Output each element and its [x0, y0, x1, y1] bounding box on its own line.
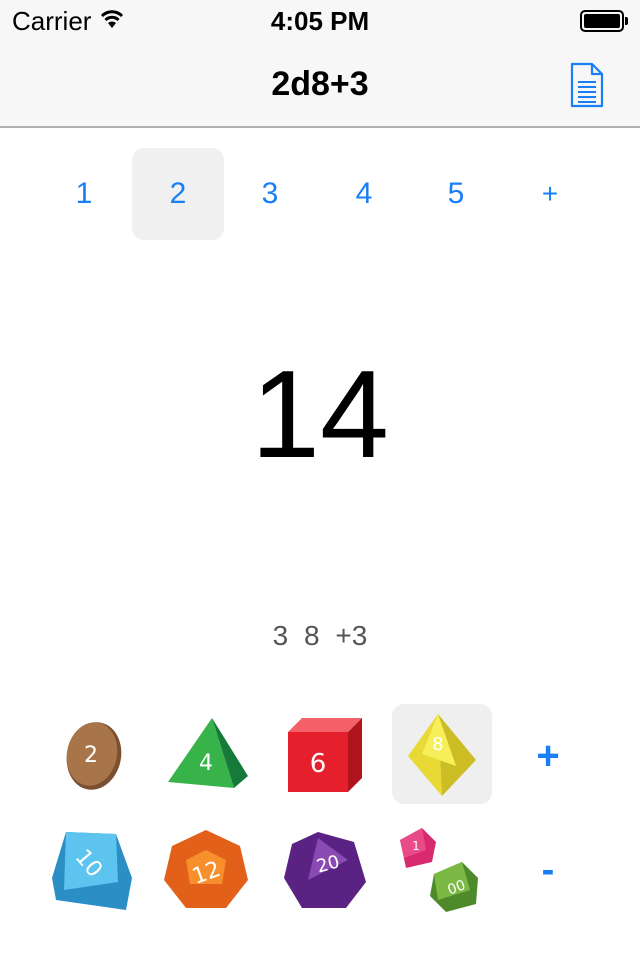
- count-option-1[interactable]: 1: [38, 148, 130, 240]
- modifier-minus-button[interactable]: -: [518, 840, 578, 900]
- history-button[interactable]: [562, 60, 612, 110]
- document-icon: [570, 62, 604, 108]
- battery-icon: [580, 10, 628, 32]
- die-d10-button[interactable]: 10: [44, 820, 144, 920]
- d20-icosahedron-icon: 20: [284, 832, 366, 908]
- svg-text:6: 6: [310, 749, 327, 779]
- svg-text:4: 4: [199, 751, 213, 776]
- svg-text:1: 1: [412, 839, 420, 853]
- svg-text:2: 2: [84, 743, 98, 768]
- svg-text:8: 8: [432, 734, 443, 755]
- d10-icon: 10: [52, 832, 132, 910]
- die-d4-button[interactable]: 4: [156, 704, 256, 804]
- die-d12-button[interactable]: 12: [156, 820, 256, 920]
- modifier-plus-button[interactable]: +: [518, 726, 578, 786]
- die-d2-button[interactable]: 2: [44, 704, 144, 804]
- roll-value-1: 3: [272, 620, 289, 651]
- count-option-5[interactable]: 5: [410, 148, 502, 240]
- roll-total: 14: [251, 346, 389, 484]
- die-d20-button[interactable]: 20: [274, 820, 374, 920]
- status-bar: Carrier 4:05 PM: [0, 0, 640, 40]
- roll-value-2: 8: [304, 620, 320, 651]
- d4-pyramid-icon: 4: [168, 718, 248, 788]
- d100-pair-icon: 1 00: [400, 828, 478, 912]
- dice-count-selector: 1 2 3 4 5 +: [0, 148, 640, 240]
- roll-modifier: +3: [335, 620, 368, 651]
- roll-breakdown: 3 8 +3: [0, 620, 640, 652]
- die-d8-button[interactable]: 8: [392, 704, 492, 804]
- count-option-2[interactable]: 2: [132, 148, 224, 240]
- navigation-bar: 2d8+3: [0, 40, 640, 128]
- die-d6-button[interactable]: 6: [274, 704, 374, 804]
- count-option-4[interactable]: 4: [318, 148, 410, 240]
- count-option-3[interactable]: 3: [224, 148, 316, 240]
- status-time: 4:05 PM: [270, 6, 370, 36]
- d6-cube-icon: 6: [288, 718, 362, 792]
- die-d100-button[interactable]: 1 00: [392, 820, 492, 920]
- d2-coin-icon: 2: [66, 722, 122, 790]
- d8-octahedron-icon: 8: [408, 714, 476, 796]
- count-more-button[interactable]: +: [504, 148, 596, 240]
- page-title: 2d8+3: [271, 65, 369, 103]
- d12-dodecahedron-icon: 12: [164, 830, 248, 908]
